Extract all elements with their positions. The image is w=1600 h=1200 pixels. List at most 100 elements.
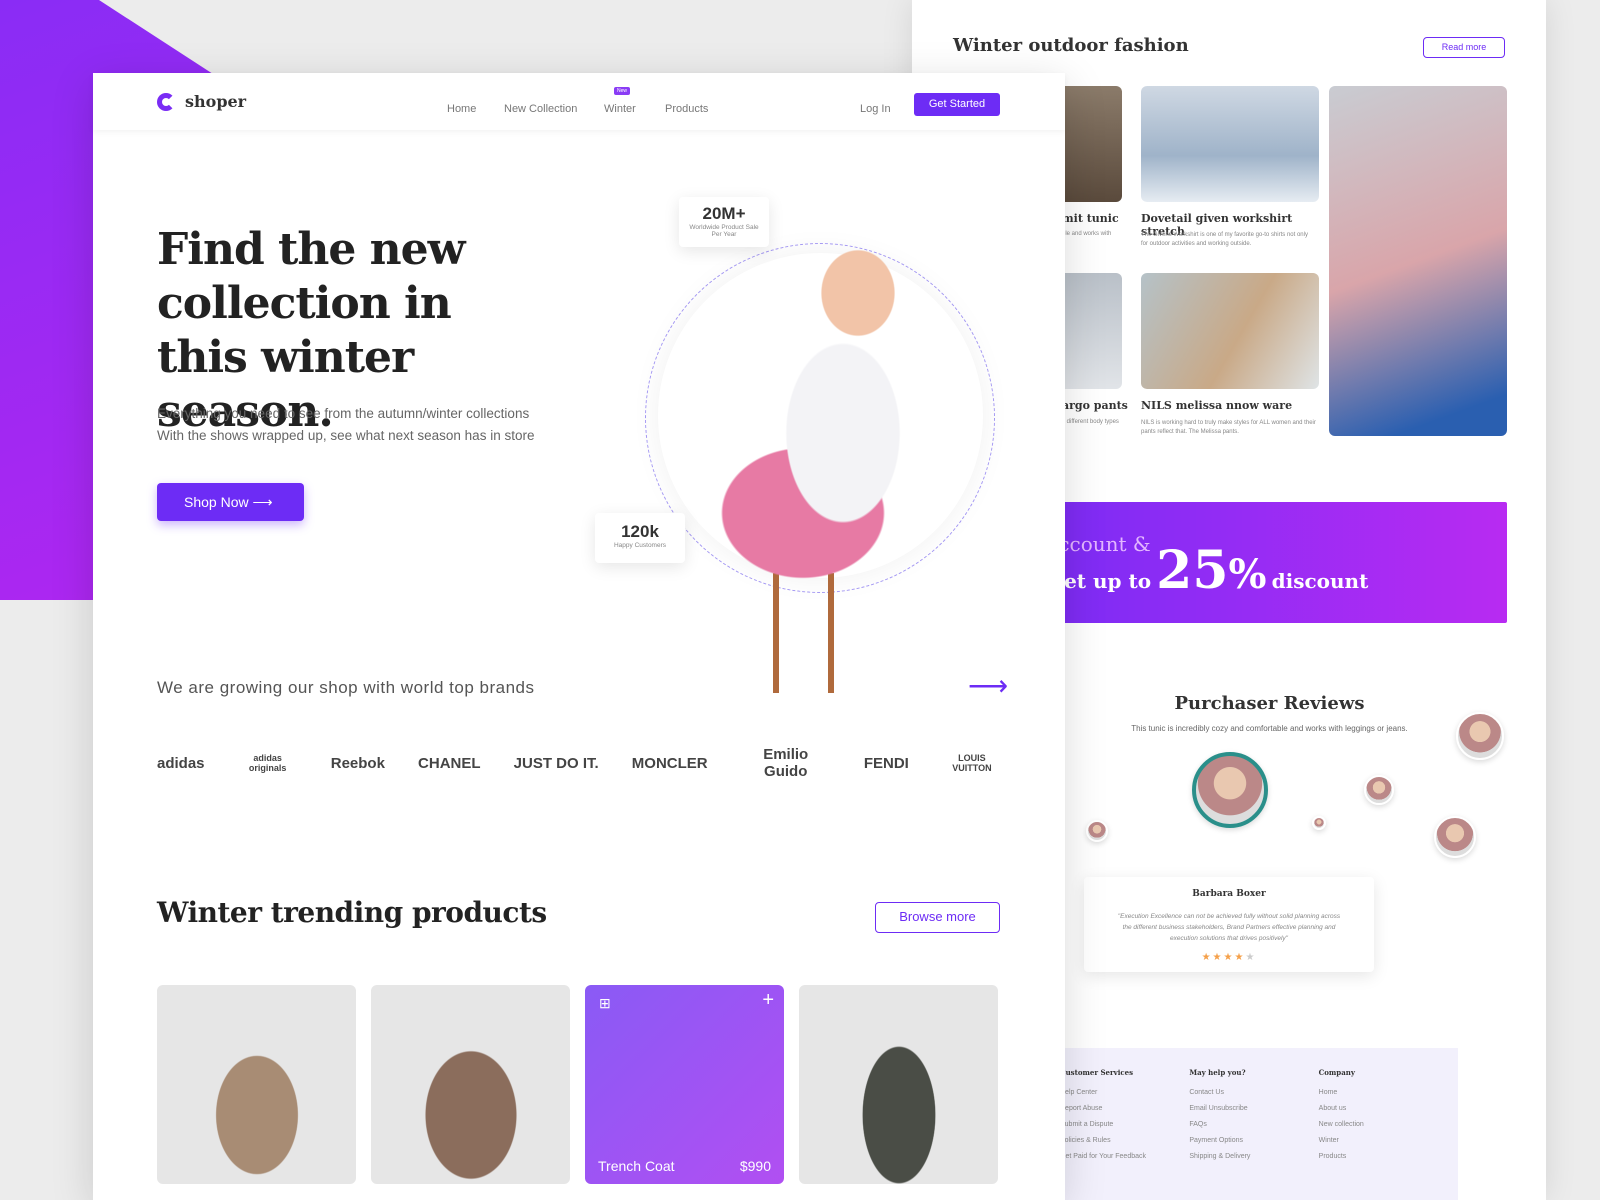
post-title[interactable]: argo pants — [1062, 399, 1128, 412]
product-price: $990 — [739, 1158, 771, 1174]
shop-now-button[interactable]: Shop Now ⟶ — [157, 483, 304, 521]
avatar[interactable] — [1364, 775, 1394, 805]
arrow-right-icon[interactable]: ⟶ — [968, 669, 1008, 702]
post-image-tall — [1329, 86, 1507, 436]
avatar[interactable] — [1086, 820, 1108, 842]
footer-heading: Customer Services — [1060, 1068, 1134, 1077]
nav-products[interactable]: Products — [665, 103, 708, 115]
footer-link[interactable]: Get Paid for Your Feedback — [1060, 1153, 1189, 1160]
footer-link[interactable]: Email Unsubscribe — [1189, 1105, 1318, 1112]
brand-logo: adidas — [157, 754, 205, 772]
hero-desc: Everything you need to see from the autu… — [157, 406, 530, 421]
trending-title: Winter trending products — [157, 896, 547, 929]
stat-value: 20M+ — [702, 204, 746, 223]
review-quote: "Execution Excellence can not be achieve… — [1117, 913, 1341, 942]
brand-logo: CHANEL — [418, 754, 481, 772]
new-badge: New — [614, 87, 631, 95]
footer-link[interactable]: Shipping & Delivery — [1189, 1153, 1318, 1160]
post-image — [1141, 86, 1319, 202]
brand-logo: JUST DO IT. — [513, 754, 599, 772]
footer-link[interactable]: FAQs — [1189, 1121, 1318, 1128]
footer-link[interactable]: Help Center — [1060, 1089, 1189, 1096]
arrow-right-icon: ⟶ — [252, 494, 273, 510]
stat-card: 120k Happy Customers — [595, 513, 685, 563]
footer-link[interactable]: Winter — [1319, 1137, 1448, 1144]
product-name: Trench Coat — [598, 1158, 675, 1174]
browse-more-button[interactable]: Browse more — [875, 902, 1000, 933]
avatar[interactable] — [1456, 712, 1504, 760]
brands-title: We are growing our shop with world top b… — [157, 678, 535, 697]
stat-label: Happy Customers — [613, 542, 667, 549]
post-desc: y different body types — [1062, 419, 1119, 425]
footer-column: May help you? Contact Us Email Unsubscribe… — [1189, 1068, 1318, 1169]
stat-card: 20M+ Worldwide Product Sale Per Year — [679, 197, 769, 247]
reviews-title: Purchaser Reviews — [1174, 693, 1365, 714]
banner-percent-sign: % — [1228, 551, 1267, 598]
brand-logo: adidas originals — [248, 753, 287, 773]
nav-home[interactable]: Home — [447, 103, 476, 115]
banner-post: discount — [1271, 569, 1369, 593]
logo-text[interactable]: shoper — [185, 92, 246, 111]
star-icon: ★ — [1234, 952, 1246, 963]
post-desc: The Givens Workshirt is one of my favori… — [1141, 232, 1308, 247]
brand-logo: Reebok — [330, 754, 385, 772]
footer-link[interactable]: Policies & Rules — [1060, 1137, 1189, 1144]
footer-column: Customer Services Help Center Report Abuse… — [1060, 1068, 1189, 1169]
product-card[interactable] — [371, 985, 570, 1184]
get-started-button[interactable]: Get Started — [914, 93, 1000, 116]
brand-logo: Emilio Guido — [763, 746, 809, 780]
section-title: Winter outdoor fashion — [953, 35, 1189, 56]
avatar[interactable] — [1312, 816, 1326, 830]
post-title[interactable]: NILS melissa nnow ware — [1141, 399, 1321, 412]
star-icon: ★ — [1223, 952, 1235, 963]
read-more-button[interactable]: Read more — [1423, 37, 1505, 58]
navbar: shoper Home New Collection Winter New Pr… — [93, 73, 1065, 130]
nav-new-collection[interactable]: New Collection — [504, 103, 577, 115]
avatar-selected[interactable] — [1192, 752, 1268, 828]
star-icon: ★ — [1245, 952, 1257, 963]
brand-logo: MONCLER — [631, 754, 708, 772]
footer-link[interactable]: Home — [1319, 1089, 1448, 1096]
footer-link[interactable]: Payment Options — [1189, 1137, 1318, 1144]
footer: Customer Services Help Center Report Abuse… — [1032, 1048, 1458, 1200]
post-desc: NILS is working hard to truly make style… — [1141, 420, 1316, 435]
footer-link[interactable]: Report Abuse — [1060, 1105, 1189, 1112]
grid-icon[interactable]: ⊞ — [599, 995, 611, 1012]
hero-model-image — [593, 233, 993, 693]
nav-winter[interactable]: Winter — [604, 103, 636, 115]
footer-column: Company Home About us New collection Winter P… — [1319, 1068, 1448, 1169]
reviewer-name: Barbara Boxer — [1192, 889, 1266, 899]
review-card: Barbara Boxer "Execution Excellence can … — [1084, 877, 1374, 972]
brand-logo: FENDI — [863, 754, 909, 772]
product-card-featured[interactable]: ⊞ + Trench Coat $990 — [585, 985, 784, 1184]
footer-heading: May help you? — [1189, 1068, 1246, 1077]
discount-banner[interactable]: t account & Get up to 25% discount — [1032, 502, 1507, 623]
footer-link[interactable]: Submit a Dispute — [1060, 1121, 1189, 1128]
post-image — [1141, 273, 1319, 389]
product-card[interactable] — [157, 985, 356, 1184]
banner-percent: 25 — [1156, 540, 1229, 601]
shop-now-label: Shop Now — [184, 494, 249, 510]
stat-value: 120k — [621, 522, 659, 541]
star-icon: ★ — [1212, 952, 1224, 963]
plus-icon[interactable]: + — [762, 989, 774, 1012]
post-desc: ble and works with — [1062, 231, 1112, 237]
footer-link[interactable]: Contact Us — [1189, 1089, 1318, 1096]
login-link[interactable]: Log In — [860, 103, 891, 115]
landing-page: shoper Home New Collection Winter New Pr… — [93, 73, 1065, 1200]
brand-logos: adidas adidas originals Reebok CHANEL JUST D… — [157, 738, 1002, 788]
reviews-subtitle: This tunic is incredibly cozy and comfor… — [1131, 724, 1408, 733]
footer-link[interactable]: Products — [1319, 1153, 1448, 1160]
footer-link[interactable]: New collection — [1319, 1121, 1448, 1128]
footer-heading: Company — [1318, 1068, 1355, 1077]
hero-desc: With the shows wrapped up, see what next… — [157, 428, 535, 443]
logo-icon — [157, 93, 175, 111]
star-icon: ★ — [1201, 952, 1213, 963]
stat-label: Worldwide Product Sale Per Year — [689, 224, 759, 238]
brand-logo: LOUIS VUITTON — [952, 753, 992, 773]
post-title[interactable]: mit tunic — [1062, 212, 1119, 225]
avatar[interactable] — [1434, 816, 1476, 858]
footer-link[interactable]: About us — [1319, 1105, 1448, 1112]
star-rating: ★★★★★ — [1084, 952, 1374, 963]
product-card[interactable] — [799, 985, 998, 1184]
